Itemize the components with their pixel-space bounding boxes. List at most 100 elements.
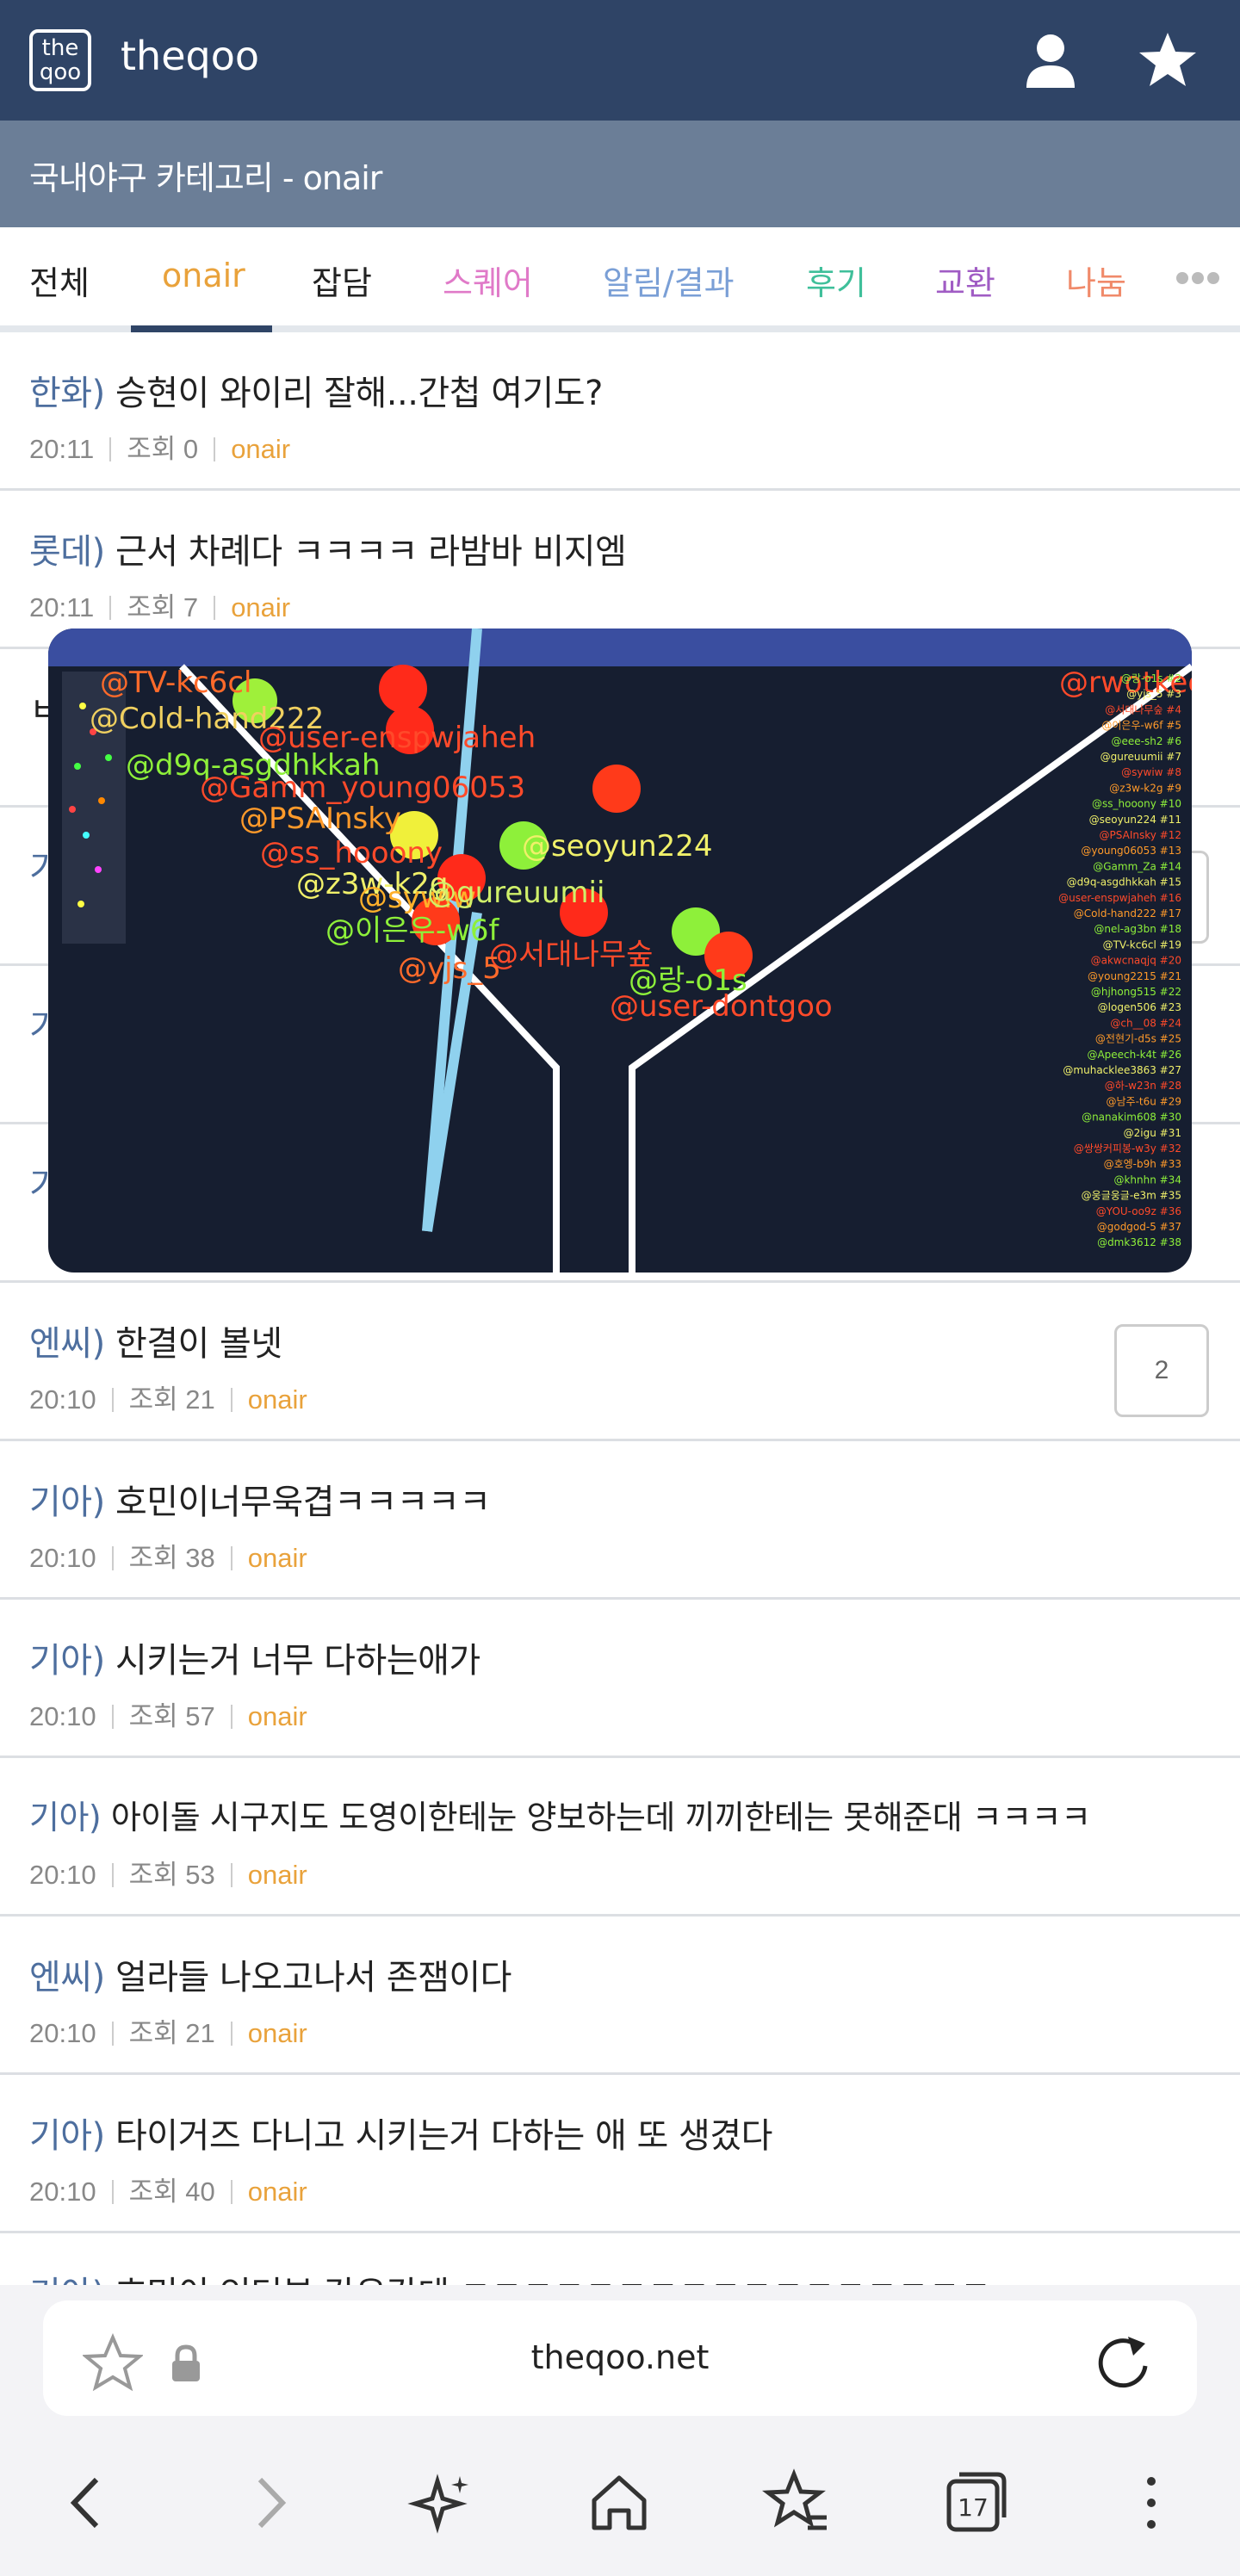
- tab-chat[interactable]: 잡담: [312, 257, 372, 304]
- tab-review[interactable]: 후기: [806, 257, 866, 304]
- post-views: 조회 21: [128, 1384, 215, 1415]
- leaderboard-entry: @이은우-w6f #5: [1101, 720, 1181, 732]
- leaderboard-entry: @sywiw #8: [1121, 766, 1181, 778]
- post-title[interactable]: 기아) 시키는거 너무 다하는애가: [29, 1632, 480, 1682]
- leaderboard-entry: @호엥-b9h #33: [1104, 1158, 1181, 1170]
- leaderboard-entry: @dmk3612 #38: [1097, 1236, 1181, 1248]
- post-time: 20:10: [29, 2177, 96, 2207]
- post-title-text: 호민이너무욱겹ㅋㅋㅋㅋㅋ: [115, 1483, 491, 1522]
- leaderboard-entry: @남주-t6u #29: [1107, 1095, 1182, 1107]
- list-item[interactable]: 롯데) 근서 차례다 ㅋㅋㅋㅋ 라밤바 비지엠 20:11 조회 7 onair: [0, 491, 1240, 649]
- name-label: @ss_hooony: [260, 836, 443, 870]
- post-category: 기아): [29, 1799, 102, 1836]
- post-category: 기아): [29, 1641, 105, 1681]
- logo-text-2: qoo: [39, 59, 82, 85]
- post-time: 20:10: [29, 1543, 96, 1573]
- list-item[interactable]: 기아) 아이돌 시구지도 도영이한테눈 양보하는데 끼끼한테는 못해준대 ㅋㅋㅋ…: [0, 1758, 1240, 1917]
- leaderboard-entry: @user-enspwjaheh #16: [1058, 892, 1181, 904]
- list-item[interactable]: 한화) 승현이 와이리 잘해...간첩 여기도? 20:11 조회 0 onair: [0, 332, 1240, 491]
- post-time: 20:10: [29, 1701, 96, 1731]
- tab-onair[interactable]: onair: [162, 257, 245, 294]
- list-item[interactable]: 엔씨) 얼라들 나오고나서 존잼이다 20:10 조회 21 onair: [0, 1917, 1240, 2075]
- post-title[interactable]: 기아) 아이돌 시구지도 도영이한테눈 양보하는데 끼끼한테는 못해준대 ㅋㅋㅋ…: [29, 1791, 1091, 1838]
- leaderboard-entry: @nanakim608 #30: [1082, 1112, 1181, 1124]
- leaderboard-entry: @hjhong515 #22: [1091, 986, 1181, 998]
- leaderboard-entry: @PSAInsky #12: [1100, 829, 1181, 841]
- address-bar[interactable]: theqoo.net: [43, 2300, 1197, 2416]
- post-views: 조회 7: [127, 592, 199, 622]
- post-time: 20:10: [29, 1384, 96, 1415]
- post-board: onair: [247, 1384, 307, 1415]
- tab-share[interactable]: 나눔: [1066, 257, 1126, 304]
- post-title[interactable]: 한화) 승현이 와이리 잘해...간첩 여기도?: [29, 365, 603, 415]
- leaderboard-entry: @하-w23n #28: [1105, 1080, 1181, 1092]
- post-views: 조회 40: [128, 2177, 215, 2207]
- tab-all[interactable]: 전체: [29, 257, 90, 304]
- bookmarks-icon[interactable]: [758, 2464, 835, 2542]
- post-views: 조회 21: [128, 2018, 215, 2048]
- name-label: @PSAInsky: [239, 802, 401, 836]
- post-title-text: 얼라들 나오고나서 존잼이다: [115, 1958, 512, 1997]
- comment-count[interactable]: 2: [1114, 1324, 1209, 1417]
- post-title[interactable]: 엔씨) 얼라들 나오고나서 존잼이다: [29, 1949, 512, 1999]
- post-meta: 20:10 조회 21 onair: [29, 2011, 307, 2050]
- name-label: @yjs_5: [398, 951, 501, 986]
- leaderboard: @랑-o1s #2 @yjs_5 #3 @서대나무숲 #4 @이은우-w6f #5 @e…: [1058, 672, 1181, 1248]
- back-icon[interactable]: [48, 2464, 126, 2542]
- list-item[interactable]: 기아) 타이거즈 다니고 시키는거 다하는 애 또 생겼다 20:10 조회 40…: [0, 2075, 1240, 2233]
- tabs-icon[interactable]: 17: [937, 2464, 1014, 2542]
- post-title[interactable]: 기아) 타이거즈 다니고 시키는거 다하는 애 또 생겼다: [29, 2108, 772, 2158]
- post-board: onair: [231, 592, 291, 622]
- leaderboard-entry: @ss_hooony #10: [1092, 798, 1181, 810]
- tab-notice[interactable]: 알림/결과: [603, 257, 735, 304]
- post-title-text: 시키는거 너무 다하는애가: [115, 1641, 480, 1681]
- floating-video-player[interactable]: @TV-kc6cl @Cold-hand222 @user-enspwjaheh…: [48, 629, 1192, 1273]
- leaderboard-entry: @logen506 #23: [1098, 1001, 1181, 1013]
- leaderboard-entry: @전현기-d5s #25: [1095, 1033, 1181, 1045]
- leaderboard-entry: @YOU-oo9z #36: [1096, 1205, 1181, 1217]
- list-item[interactable]: 기아) 시키는거 너무 다하는애가 20:10 조회 57 onair: [0, 1600, 1240, 1758]
- post-views: 조회 53: [128, 1860, 215, 1890]
- user-icon[interactable]: [1016, 26, 1085, 95]
- leaderboard-entry: @gureuumii #7: [1100, 751, 1181, 763]
- tabs-count: 17: [958, 2493, 989, 2522]
- post-views: 조회 0: [127, 434, 199, 464]
- category-bar: 국내야구 카테고리 - onair: [0, 121, 1240, 227]
- post-title[interactable]: 기아) 호민이너무욱겹ㅋㅋㅋㅋㅋ: [29, 1474, 491, 1524]
- site-logo[interactable]: the qoo: [29, 29, 91, 91]
- leaderboard-entry: @ch__08 #24: [1110, 1017, 1181, 1029]
- list-item[interactable]: 엔씨) 한결이 볼넷 20:10 조회 21 onair 2: [0, 1283, 1240, 1441]
- active-tab-indicator: [131, 325, 272, 332]
- post-category: 한화): [29, 374, 105, 413]
- post-views: 조회 57: [128, 1701, 215, 1731]
- reload-icon[interactable]: [1094, 2331, 1154, 2392]
- post-title[interactable]: 롯데) 근서 차례다 ㅋㅋㅋㅋ 라밤바 비지엠: [29, 523, 627, 573]
- star-icon[interactable]: [1133, 26, 1202, 95]
- post-meta: 20:11 조회 7 onair: [29, 585, 290, 624]
- post-time: 20:11: [29, 434, 95, 464]
- post-title-text: 한결이 볼넷: [115, 1324, 282, 1364]
- post-category: 롯데): [29, 532, 105, 572]
- site-title[interactable]: theqoo: [121, 33, 259, 79]
- post-category: 엔씨): [29, 1958, 105, 1997]
- more-tabs-icon[interactable]: [1176, 272, 1223, 288]
- tab-exchange[interactable]: 교환: [935, 257, 995, 304]
- name-label: @TV-kc6cl: [100, 666, 251, 700]
- url-text[interactable]: theqoo.net: [43, 2338, 1197, 2376]
- leaderboard-entry: @Gamm_Za #14: [1093, 860, 1181, 872]
- name-label: @Gamm_young06053: [200, 771, 525, 805]
- more-menu-icon[interactable]: [1113, 2464, 1190, 2542]
- home-icon[interactable]: [580, 2464, 658, 2542]
- leaderboard-entry: @young06053 #13: [1081, 845, 1181, 857]
- tab-square[interactable]: 스퀘어: [443, 257, 533, 304]
- post-board: onair: [247, 2018, 307, 2048]
- board-tabs: 전체 onair 잡담 스퀘어 알림/결과 후기 교환 나눔: [0, 227, 1240, 332]
- leaderboard-entry: @godgod-5 #37: [1097, 1221, 1181, 1233]
- leaderboard-entry: @d9q-asgdhkkah #15: [1067, 876, 1181, 889]
- post-title[interactable]: 엔씨) 한결이 볼넷: [29, 1316, 282, 1365]
- leaderboard-entry: @랑-o1s #2: [1121, 672, 1181, 684]
- post-meta: 20:10 조회 21 onair: [29, 1378, 307, 1416]
- forward-icon[interactable]: [231, 2464, 308, 2542]
- list-item[interactable]: 기아) 호민이너무욱겹ㅋㅋㅋㅋㅋ 20:10 조회 38 onair: [0, 1441, 1240, 1600]
- sparkle-icon[interactable]: [403, 2464, 480, 2542]
